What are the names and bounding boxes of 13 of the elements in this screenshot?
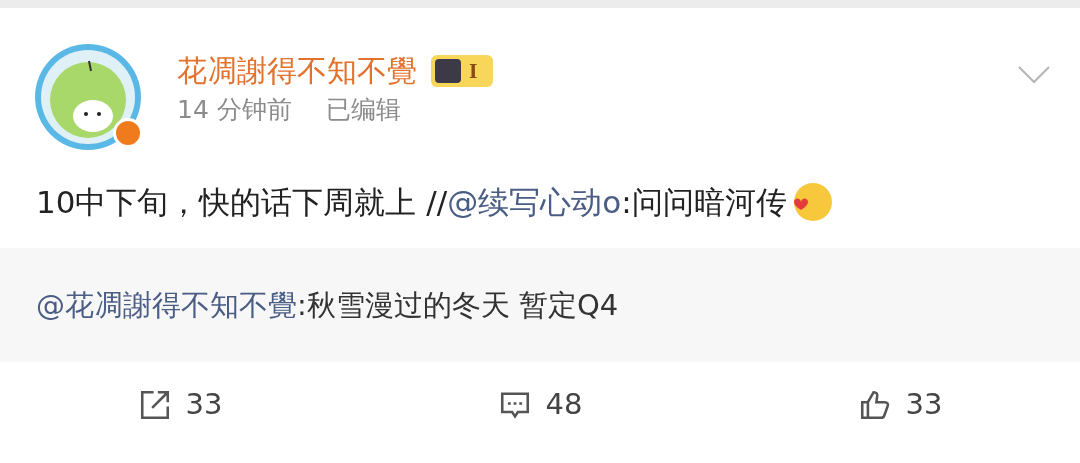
post-text: 10中下旬，快的话下周就上 //@续写心动o:问问暗河传 — [36, 183, 787, 222]
comment-button[interactable]: 48 — [360, 383, 720, 427]
quoted-text: @花凋謝得不知不覺:秋雪漫过的冬天 暂定Q4 — [36, 287, 619, 324]
quoted-post-panel[interactable]: @花凋謝得不知不覺:秋雪漫过的冬天 暂定Q4 — [0, 248, 1080, 362]
avatar[interactable] — [35, 44, 141, 150]
edited-label[interactable]: 已编辑 — [325, 94, 401, 126]
post-time: 14 分钟前 — [177, 94, 292, 126]
chevron-down-icon[interactable] — [1018, 66, 1050, 84]
mention-link[interactable]: @花凋謝得不知不覺 — [36, 288, 297, 322]
member-badge[interactable]: I — [431, 55, 494, 87]
repost-button[interactable]: 33 — [0, 383, 360, 427]
mention-link[interactable]: @续写心动o — [447, 184, 622, 220]
like-button[interactable]: 33 — [720, 383, 1080, 427]
